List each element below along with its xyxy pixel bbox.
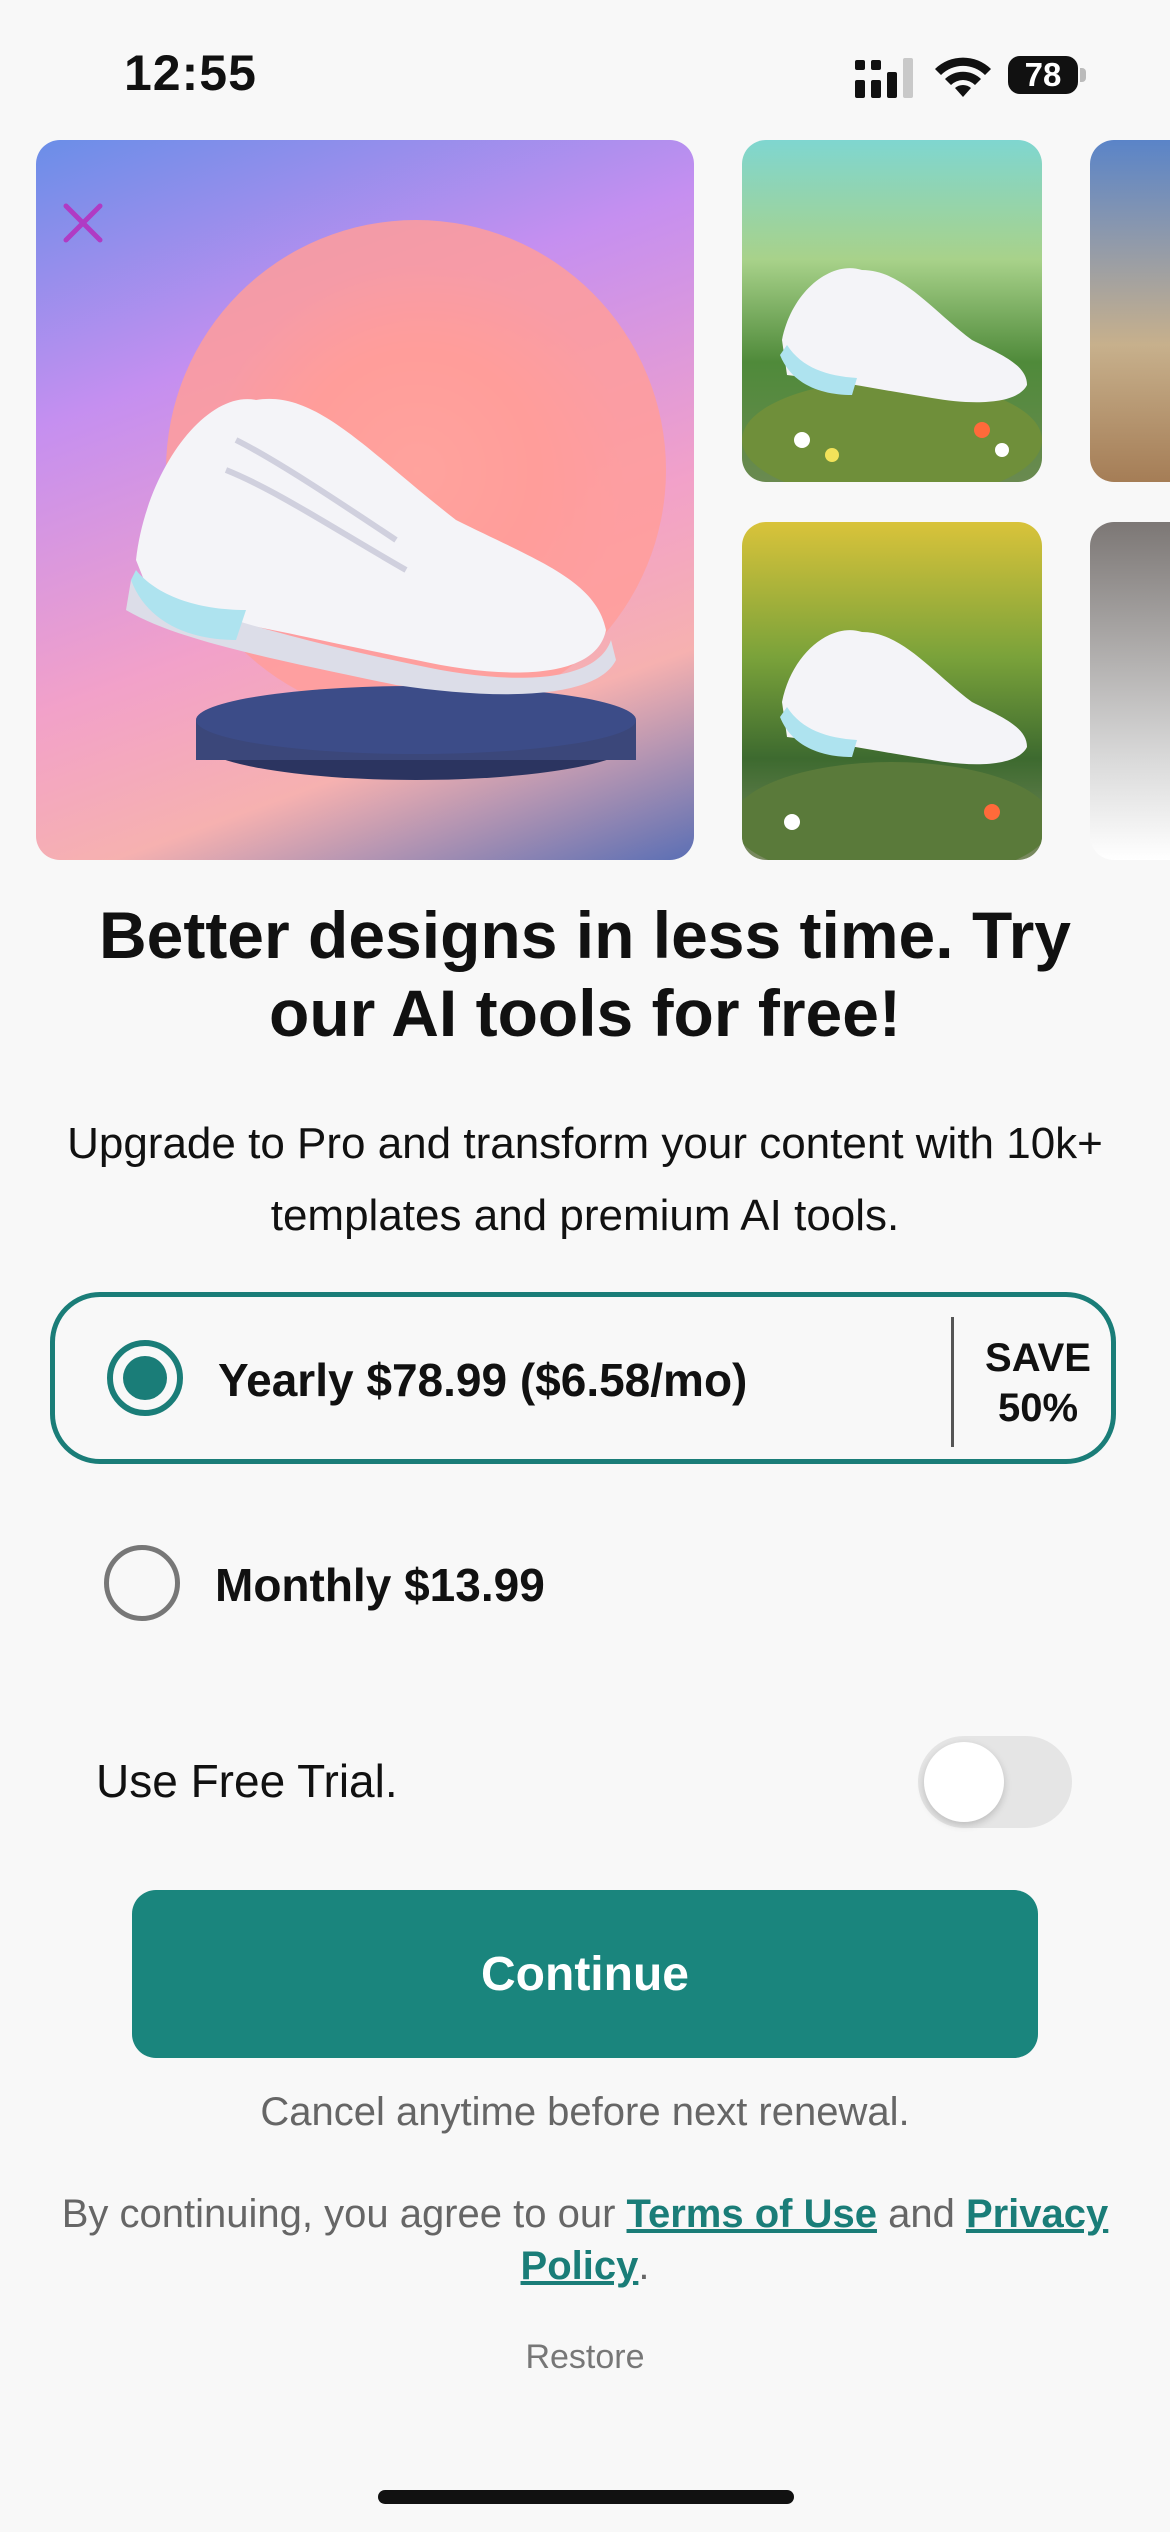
home-indicator[interactable] — [378, 2490, 794, 2504]
close-icon[interactable] — [60, 200, 106, 246]
radio-selected-icon[interactable] — [107, 1340, 183, 1416]
restore-button[interactable]: Restore — [0, 2338, 1170, 2377]
legal-text: By continuing, you agree to our Terms of… — [30, 2188, 1140, 2292]
free-trial-row: Use Free Trial. — [96, 1736, 1072, 1828]
wifi-icon — [935, 57, 991, 97]
radio-unselected-icon[interactable] — [104, 1545, 180, 1621]
gallery-tile-studio — [1090, 522, 1170, 860]
gallery-tile-desert — [1090, 140, 1170, 482]
cellular-signal-icon — [855, 58, 913, 98]
sneaker-image — [742, 630, 1042, 860]
sneaker-image — [742, 268, 1042, 482]
paywall-subtext: Upgrade to Pro and transform your conten… — [67, 1119, 1103, 1240]
save-badge: SAVE 50% — [965, 1333, 1111, 1433]
legal-suffix: . — [638, 2244, 650, 2288]
terms-of-use-link[interactable]: Terms of Use — [627, 2192, 877, 2236]
status-bar: 12:55 78 — [0, 0, 1170, 140]
battery-level: 78 — [1008, 56, 1078, 94]
gallery-tile-yellow-meadow — [742, 522, 1042, 860]
save-badge-line2: 50% — [997, 1386, 1079, 1430]
save-badge-line1: SAVE — [985, 1336, 1091, 1380]
free-trial-toggle[interactable] — [918, 1736, 1072, 1828]
plan-divider — [951, 1317, 954, 1447]
status-time: 12:55 — [124, 45, 257, 101]
legal-and: and — [876, 2192, 966, 2236]
continue-button[interactable]: Continue — [132, 1890, 1038, 2058]
battery-icon: 78 — [1008, 54, 1086, 98]
paywall-headline: Better designs in less time. Try our AI … — [98, 898, 1072, 1050]
free-trial-label: Use Free Trial. — [96, 1755, 398, 1807]
plan-yearly-label: Yearly $78.99 ($6.58/mo) — [218, 1354, 748, 1406]
hero-gallery[interactable] — [0, 140, 1170, 860]
legal-prefix: By continuing, you agree to our — [61, 2192, 627, 2236]
plan-option-yearly[interactable]: Yearly $78.99 ($6.58/mo) SAVE 50% — [50, 1292, 1116, 1464]
cancel-note: Cancel anytime before next renewal. — [260, 2090, 910, 2134]
plan-monthly-label: Monthly $13.99 — [215, 1559, 545, 1611]
toggle-knob — [924, 1742, 1004, 1822]
gallery-tile-meadow — [742, 140, 1042, 482]
plan-option-monthly[interactable]: Monthly $13.99 — [50, 1500, 1116, 1670]
sneaker-image — [126, 220, 666, 780]
gallery-tile-main — [36, 140, 694, 860]
